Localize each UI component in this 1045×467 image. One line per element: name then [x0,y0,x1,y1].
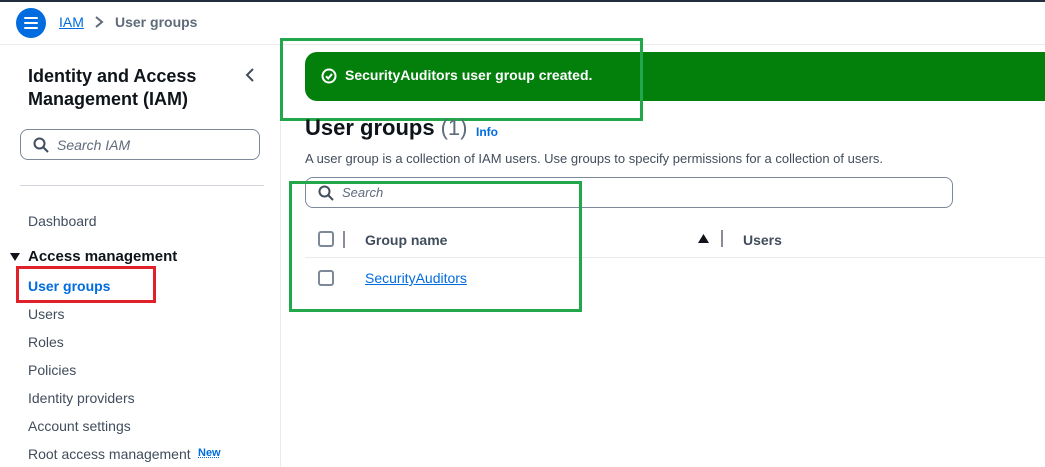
sidebar-item-roles[interactable]: Roles [28,334,64,350]
column-resize-handle[interactable] [721,230,723,247]
breadcrumb-iam-link[interactable]: IAM [59,14,84,30]
column-header-users[interactable]: Users [743,232,782,248]
sidebar-divider [20,185,264,186]
sidebar-item-dashboard[interactable]: Dashboard [28,213,97,229]
sort-ascending-icon[interactable] [698,234,709,243]
page-title-count: (1) [440,115,468,140]
sidebar-item-policies[interactable]: Policies [28,362,76,378]
sidebar-title: Identity and Access Management (IAM) [28,66,197,109]
highlight-box-user-groups [16,266,156,303]
sidebar-search [20,129,260,160]
sidebar-section-access-management[interactable]: Access management [10,248,177,265]
new-badge: New [198,447,221,459]
sidebar-item-users[interactable]: Users [28,306,65,322]
sidebar: Identity and Access Management (IAM) Das… [0,45,281,467]
search-icon [33,137,49,153]
chevron-left-icon[interactable] [243,67,257,83]
page-title-text: User groups [305,115,435,140]
chevron-right-icon [95,16,104,28]
menu-button[interactable] [16,8,46,38]
caret-down-icon [10,252,20,261]
sidebar-section-label: Access management [28,248,178,265]
info-link[interactable]: Info [476,125,498,139]
sidebar-item-account-settings[interactable]: Account settings [28,418,131,434]
page-title: User groups (1) [305,115,467,141]
highlight-box-flash [280,38,643,121]
breadcrumb-current: User groups [115,14,198,30]
hamburger-icon [24,17,38,29]
sidebar-item-root-access-management[interactable]: Root access management [28,446,191,462]
sidebar-item-identity-providers[interactable]: Identity providers [28,390,135,406]
sidebar-search-input[interactable] [57,133,252,156]
page-description: A user group is a collection of IAM user… [305,151,884,166]
highlight-box-table [289,181,582,312]
